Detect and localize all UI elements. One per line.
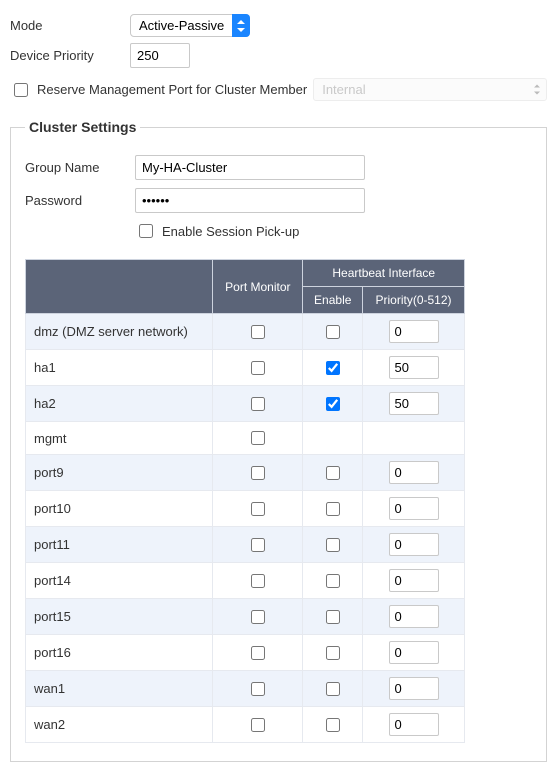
iface-name: port16 [26, 635, 213, 671]
table-row: port15 [26, 599, 465, 635]
password-label: Password [25, 193, 135, 208]
hb-priority-input[interactable] [389, 461, 439, 484]
table-row: ha1 [26, 350, 465, 386]
hb-enable-checkbox[interactable] [326, 682, 340, 696]
iface-name: wan1 [26, 671, 213, 707]
reserve-port-select: Internal [313, 78, 547, 101]
port-monitor-checkbox[interactable] [251, 502, 265, 516]
port-monitor-checkbox[interactable] [251, 361, 265, 375]
col-hb-enable: Enable [303, 287, 363, 314]
port-monitor-checkbox[interactable] [251, 718, 265, 732]
hb-priority-input[interactable] [389, 320, 439, 343]
iface-name: ha1 [26, 350, 213, 386]
table-row: dmz (DMZ server network) [26, 314, 465, 350]
hb-priority-input[interactable] [389, 605, 439, 628]
port-monitor-checkbox[interactable] [251, 538, 265, 552]
hb-priority-input[interactable] [389, 641, 439, 664]
hb-enable-checkbox[interactable] [326, 466, 340, 480]
hb-priority-input[interactable] [389, 392, 439, 415]
port-monitor-checkbox[interactable] [251, 574, 265, 588]
interfaces-table: Port Monitor Heartbeat Interface Enable … [25, 259, 465, 743]
col-hb-priority: Priority(0-512) [363, 287, 465, 314]
iface-name: wan2 [26, 707, 213, 743]
hb-enable-checkbox[interactable] [326, 502, 340, 516]
table-row: port9 [26, 455, 465, 491]
session-pickup-label: Enable Session Pick-up [162, 224, 299, 239]
session-pickup-checkbox[interactable] [139, 224, 153, 238]
iface-name: mgmt [26, 422, 213, 455]
hb-enable-checkbox[interactable] [326, 574, 340, 588]
table-row: ha2 [26, 386, 465, 422]
iface-name: port15 [26, 599, 213, 635]
group-name-label: Group Name [25, 160, 135, 175]
device-priority-input[interactable] [130, 43, 190, 68]
reserve-port-label: Reserve Management Port for Cluster Memb… [37, 82, 307, 97]
reserve-port-checkbox[interactable] [14, 83, 28, 97]
hb-enable-checkbox[interactable] [326, 361, 340, 375]
table-row: wan2 [26, 707, 465, 743]
mode-label: Mode [10, 18, 130, 33]
hb-enable-checkbox[interactable] [326, 610, 340, 624]
table-row: port16 [26, 635, 465, 671]
table-row: wan1 [26, 671, 465, 707]
iface-name: ha2 [26, 386, 213, 422]
group-name-input[interactable] [135, 155, 365, 180]
table-row: port11 [26, 527, 465, 563]
table-row: port10 [26, 491, 465, 527]
hb-priority-input[interactable] [389, 533, 439, 556]
hb-priority-input[interactable] [389, 713, 439, 736]
hb-priority-input[interactable] [389, 569, 439, 592]
port-monitor-checkbox[interactable] [251, 466, 265, 480]
iface-name: port11 [26, 527, 213, 563]
table-row: port14 [26, 563, 465, 599]
col-heartbeat: Heartbeat Interface [303, 260, 465, 287]
hb-enable-checkbox[interactable] [326, 646, 340, 660]
iface-name: port14 [26, 563, 213, 599]
cluster-settings-fieldset: Cluster Settings Group Name Password Ena… [10, 119, 547, 762]
hb-enable-checkbox[interactable] [326, 718, 340, 732]
col-blank [26, 260, 213, 314]
device-priority-label: Device Priority [10, 48, 130, 63]
table-row: mgmt [26, 422, 465, 455]
hb-enable-checkbox[interactable] [326, 325, 340, 339]
port-monitor-checkbox[interactable] [251, 431, 265, 445]
iface-name: dmz (DMZ server network) [26, 314, 213, 350]
iface-name: port10 [26, 491, 213, 527]
port-monitor-checkbox[interactable] [251, 325, 265, 339]
hb-priority-input[interactable] [389, 677, 439, 700]
hb-priority-input[interactable] [389, 356, 439, 379]
port-monitor-checkbox[interactable] [251, 646, 265, 660]
iface-name: port9 [26, 455, 213, 491]
port-monitor-checkbox[interactable] [251, 610, 265, 624]
port-monitor-checkbox[interactable] [251, 397, 265, 411]
hb-enable-checkbox[interactable] [326, 397, 340, 411]
col-port-monitor: Port Monitor [213, 260, 303, 314]
mode-select[interactable]: Active-Passive [130, 14, 250, 37]
cluster-settings-legend: Cluster Settings [25, 119, 140, 135]
hb-priority-input[interactable] [389, 497, 439, 520]
hb-enable-checkbox[interactable] [326, 538, 340, 552]
password-input[interactable] [135, 188, 365, 213]
port-monitor-checkbox[interactable] [251, 682, 265, 696]
